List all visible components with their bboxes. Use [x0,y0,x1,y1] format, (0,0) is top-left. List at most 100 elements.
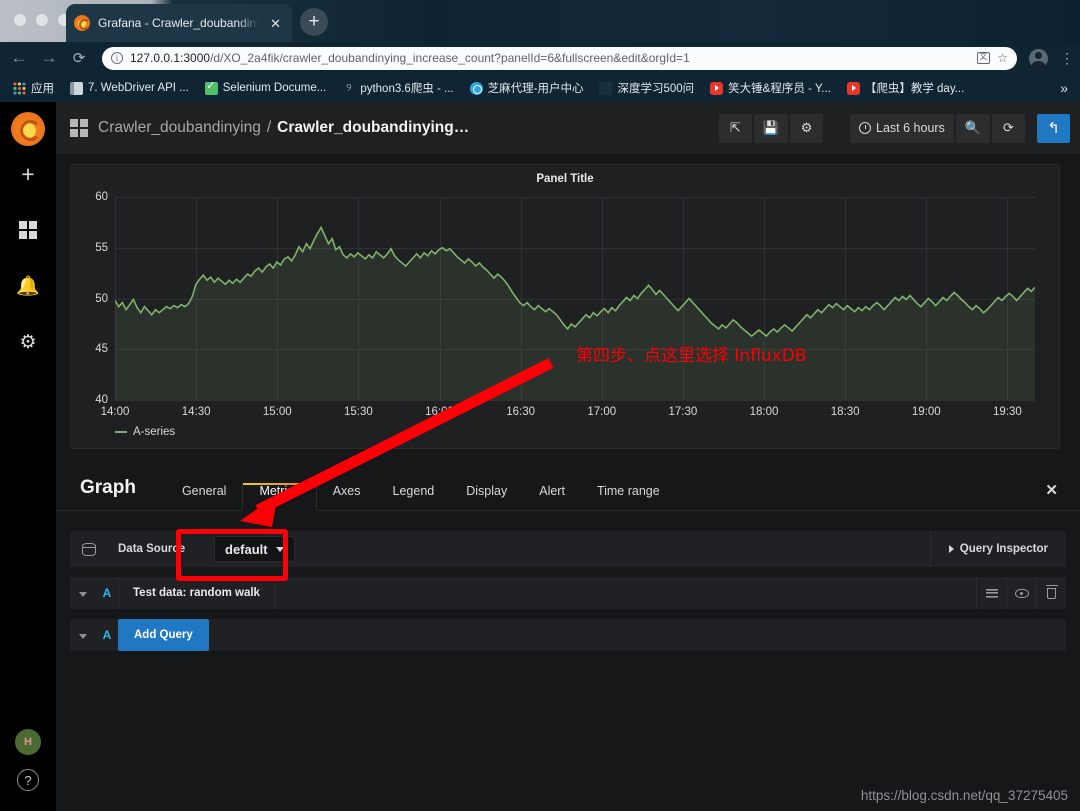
time-range-picker[interactable]: Last 6 hours [850,113,954,143]
breadcrumb-separator: / [266,119,272,136]
graph-plot-area[interactable]: 40 45 50 55 60 14:00 14:30 15:00 15:30 16:00 16:30… [95,191,1035,418]
bookmark-item[interactable]: 笑大锤&程序员 - Y... [703,78,838,98]
settings-gear-button[interactable]: ⚙ [790,113,824,143]
page-title[interactable]: Crawler_doubandinying… [277,119,469,137]
datasource-row: Data Source default Query Inspector [70,531,1066,567]
bookmark-item[interactable]: ୨ python3.6爬虫 - ... [335,78,460,98]
x-axis-tick: 14:30 [181,406,211,418]
bookmark-star-icon[interactable]: ☆ [997,51,1008,65]
tab-general[interactable]: General [166,484,242,510]
x-axis-tick: 17:30 [668,406,698,418]
alerting-bell-icon[interactable]: 🔔 [0,258,56,314]
delete-query-icon[interactable] [1036,577,1066,609]
dashboards-icon[interactable] [0,202,56,258]
url-path: /d/XO_2a4fik/crawler_doubandinying_incre… [210,51,690,65]
document-icon [70,81,83,95]
breadcrumb-folder[interactable]: Crawler_doubandinying [98,119,261,137]
close-window-dot[interactable] [14,14,26,26]
translate-icon[interactable] [977,51,991,64]
browser-menu-icon[interactable]: ⋮ [1060,50,1074,67]
panel-title[interactable]: Panel Title [71,165,1059,185]
chart-series-svg [115,197,1035,400]
x-axis-tick: 17:00 [587,406,617,418]
bookmark-item[interactable]: 7. WebDriver API ... [63,80,196,97]
collapse-query-icon[interactable] [70,584,96,602]
tab-alert[interactable]: Alert [523,484,581,510]
chevron-down-icon [275,546,284,552]
forward-icon[interactable]: → [40,48,58,68]
query-ref-id[interactable]: A [96,586,118,600]
add-query-row: A Add Query [70,619,1066,651]
close-editor-icon[interactable]: ✕ [1045,481,1080,510]
graph-legend[interactable]: A-series [115,426,175,438]
address-bar[interactable]: i 127.0.0.1:3000/d/XO_2a4fik/crawler_dou… [102,46,1017,70]
gridline-horizontal [115,400,1035,401]
window-controls[interactable] [14,14,70,26]
configuration-gear-icon[interactable]: ⚙ [0,314,56,370]
bookmark-item[interactable]: 应用 [6,78,61,98]
query-menu-icon[interactable] [976,577,1006,609]
create-icon[interactable]: + [0,146,56,202]
close-tab-icon[interactable]: ✕ [267,15,284,32]
bookmark-label: python3.6爬虫 - ... [360,83,454,95]
y-axis-tick: 45 [95,343,108,356]
browser-tab[interactable]: Grafana - Crawler_doubandiny ✕ [66,4,292,42]
save-button[interactable]: 💾 [753,113,789,143]
bookmark-label: 深度学习500问 [617,83,695,95]
url-text: 127.0.0.1:3000/d/XO_2a4fik/crawler_douba… [130,51,970,65]
collapse-add-query-icon[interactable] [70,626,96,644]
bookmarks-overflow-icon[interactable]: » [1060,80,1074,96]
clock-icon [859,122,872,134]
url-host: 127.0.0.1:3000 [130,51,211,65]
grafana-logo-icon[interactable] [11,112,45,146]
bookmark-label: 7. WebDriver API ... [88,82,189,94]
bookmark-item[interactable]: Selenium Docume... [198,79,334,97]
minimize-window-dot[interactable] [36,14,48,26]
x-axis-tick: 18:30 [830,406,860,418]
avatar[interactable]: H [15,729,41,755]
browser-tab-title: Grafana - Crawler_doubandiny [98,16,260,30]
toolbar-group-right: Last 6 hours 🔍 ⟳ [849,113,1025,143]
sidebar: + 🔔 ⚙ H ? [0,102,56,811]
reload-icon[interactable]: ⟳ [70,49,88,67]
bookmark-item[interactable]: 芝麻代理-用户中心 [463,78,591,98]
datasource-picker[interactable]: default [214,536,295,562]
bookmark-item[interactable]: 深度学习500问 [592,78,701,98]
sidebar-bottom: H ? [15,729,41,811]
profile-avatar-icon[interactable] [1029,48,1048,69]
browser-tabstrip: Grafana - Crawler_doubandiny ✕ + [0,0,1080,42]
dashboard-grid-icon[interactable] [70,119,88,137]
new-tab-button[interactable]: + [300,8,328,36]
database-icon [82,542,96,556]
legend-label[interactable]: A-series [133,426,175,438]
share-button[interactable]: ⇱ [718,113,752,143]
tab-time-range[interactable]: Time range [581,484,676,510]
add-query-button[interactable]: Add Query [118,619,209,651]
tab-legend[interactable]: Legend [377,484,451,510]
refresh-button[interactable]: ⟳ [992,113,1025,143]
toggle-query-visibility-icon[interactable] [1006,577,1036,609]
panel-editor: Graph General Metrics Axes Legend Displa… [56,463,1080,651]
site-info-icon[interactable]: i [111,52,123,64]
bookmark-item[interactable]: 【爬虫】教学 day... [840,78,971,98]
query-inspector-button[interactable]: Query Inspector [929,531,1066,567]
help-icon[interactable]: ? [17,769,39,791]
datasource-label: Data Source [118,543,186,555]
bookmarks-bar: 应用 7. WebDriver API ... Selenium Docume.… [0,74,1080,102]
legend-color-swatch [115,431,127,433]
main-content: Crawler_doubandinying / Crawler_doubandi… [56,102,1080,811]
tab-axes[interactable]: Axes [317,484,377,510]
hamburger-glyph [985,588,998,598]
zoom-out-button[interactable]: 🔍 [955,113,990,143]
add-query-ref-id: A [102,628,112,642]
back-to-dashboard-button[interactable]: ↰ [1037,113,1070,143]
x-axis-tick: 18:00 [749,406,779,418]
time-range-label: Last 6 hours [876,121,945,135]
y-axis-tick: 55 [95,241,108,254]
tab-display[interactable]: Display [450,484,523,510]
query-scenario-name[interactable]: Test data: random walk [118,577,275,609]
zhima-icon [469,81,483,95]
back-icon[interactable]: ← [10,48,28,68]
tab-metrics[interactable]: Metrics [242,483,317,511]
y-axis-tick: 40 [95,394,108,406]
